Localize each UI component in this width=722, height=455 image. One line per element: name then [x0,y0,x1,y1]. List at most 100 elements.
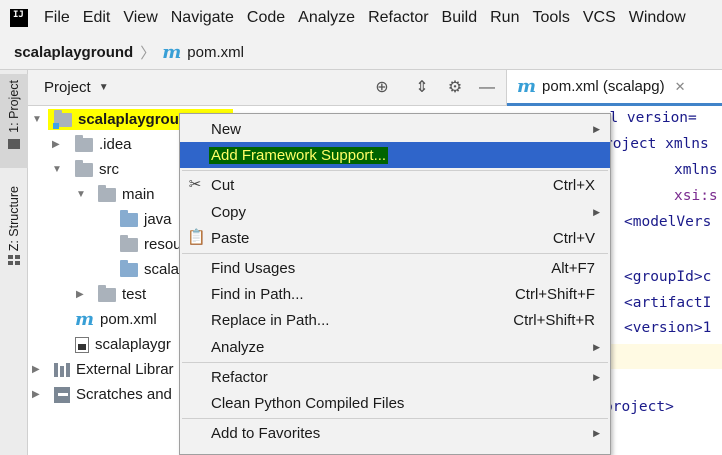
menu-edit[interactable]: Edit [83,9,111,27]
breadcrumb-separator-icon: 〉 [140,45,156,62]
ctx-label: Add to Favorites [211,424,321,442]
chevron-down-icon[interactable]: ▼ [76,190,86,200]
scissors-icon: ✂ [188,176,202,193]
submenu-arrow-icon: ▶ [593,341,600,352]
code-line: <version>1 [624,320,712,336]
scratches-icon [54,386,70,403]
menu-analyze[interactable]: Analyze [298,9,355,27]
ctx-label: Find in Path... [211,285,304,303]
source-folder-icon [120,259,138,277]
menu-tools[interactable]: Tools [532,9,569,27]
editor-tab-pom[interactable]: m pom.xml (scalapg) ✕ [507,70,722,106]
resources-folder-icon [120,234,138,252]
ctx-clean-python-compiled-files[interactable]: Clean Python Compiled Files [180,390,610,416]
ctx-label: Replace in Path... [211,311,330,329]
menu-vcs[interactable]: VCS [583,9,616,27]
tree-item-label: resou [144,236,182,253]
chevron-right-icon[interactable]: ▶ [52,140,62,150]
ctx-shortcut: Ctrl+Shift+R [513,311,595,329]
menu-build[interactable]: Build [442,9,478,27]
tree-item-label: src [99,161,119,178]
collapse-all-icon[interactable]: ⇕ [413,79,431,97]
ctx-label: New [211,120,242,138]
ctx-label: Clean Python Compiled Files [211,394,405,412]
ctx-label: Paste [211,229,250,247]
tree-item-label: java [144,211,172,228]
tree-item-label: Scratches and [76,386,172,403]
breadcrumb-project[interactable]: scalaplayground [14,44,133,61]
ctx-shortcut: Alt+F7 [551,259,595,277]
folder-icon [75,159,93,177]
library-icon [54,362,70,377]
menu-separator [182,418,608,419]
code-line: roject xmlns [604,136,709,152]
menu-window[interactable]: Window [629,9,686,27]
ctx-label: Find Usages [211,259,296,277]
ctx-add-to-favorites[interactable]: Add to Favorites ▶ [180,420,610,446]
structure-tool-tab[interactable]: Z: Structure [0,186,28,286]
ctx-shortcut: Ctrl+X [552,176,595,194]
maven-icon: m [517,76,537,97]
chevron-down-icon[interactable]: ▼ [99,82,109,93]
ctx-paste[interactable]: 📋 Paste Ctrl+V [180,225,610,251]
ctx-label: Copy [211,203,247,221]
maven-icon: m [75,309,95,330]
iml-file-icon [75,336,89,353]
source-folder-icon [120,209,138,227]
clipboard-icon: 📋 [187,229,206,246]
code-line: xmlns [674,162,718,178]
ctx-new[interactable]: New ▶ [180,116,610,142]
menu-run[interactable]: Run [490,9,519,27]
submenu-arrow-icon: ▶ [593,371,600,382]
structure-icon [8,255,20,266]
structure-tool-tab-label: Z: Structure [7,186,21,252]
breadcrumb-file[interactable]: pom.xml [187,44,244,61]
submenu-arrow-icon: ▶ [593,427,600,438]
chevron-right-icon[interactable]: ▶ [32,365,42,375]
locate-icon[interactable]: ⊕ [373,79,391,97]
project-panel-header: Project ▼ ⊕ ⇕ ⚙ — [28,70,506,106]
ctx-find-usages[interactable]: Find Usages Alt+F7 [180,255,610,281]
menu-view[interactable]: View [123,9,157,27]
gear-icon[interactable]: ⚙ [446,79,464,97]
intellij-logo-icon: IJ [8,7,30,29]
ctx-shortcut: Ctrl+V [552,229,595,247]
menu-file[interactable]: File [44,9,70,27]
ctx-shortcut: Ctrl+Shift+F [514,285,595,303]
menu-separator [182,170,608,171]
ctx-label: Refactor [211,368,268,386]
ctx-label: Cut [211,176,235,194]
code-line: <artifactI [624,295,712,311]
ctx-replace-in-path[interactable]: Replace in Path... Ctrl+Shift+R [180,307,610,333]
ctx-label: Analyze [211,338,265,356]
ctx-analyze[interactable]: Analyze ▶ [180,334,610,360]
ctx-refactor[interactable]: Refactor ▶ [180,364,610,390]
tree-item-label: scala [144,261,180,278]
editor-tab-bar: m pom.xml (scalapg) ✕ [506,70,722,106]
project-panel-title[interactable]: Project [44,79,91,96]
menu-bar: IJ File Edit View Navigate Code Analyze … [0,0,722,36]
tree-item-label: scalaplaygr [95,336,171,353]
ctx-add-framework-support[interactable]: Add Framework Support... [180,142,610,168]
ctx-copy[interactable]: Copy ▶ [180,199,610,225]
menu-code[interactable]: Code [247,9,285,27]
ctx-find-in-path[interactable]: Find in Path... Ctrl+Shift+F [180,281,610,307]
context-menu: New ▶ Add Framework Support... ✂ Cut Ctr… [179,113,611,455]
ctx-cut[interactable]: ✂ Cut Ctrl+X [180,172,610,198]
tree-item-label: .idea [99,136,132,153]
close-icon[interactable]: ✕ [675,79,686,95]
left-tool-strip: 1: Project Z: Structure [0,70,28,455]
chevron-right-icon[interactable]: ▶ [76,290,86,300]
menu-refactor[interactable]: Refactor [368,9,428,27]
menu-separator [182,362,608,363]
folder-icon [98,184,116,202]
menu-navigate[interactable]: Navigate [171,9,234,27]
chevron-down-icon[interactable]: ▼ [52,165,62,175]
minimize-icon[interactable]: — [478,79,496,97]
chevron-down-icon[interactable]: ▼ [32,115,42,125]
project-tool-tab[interactable]: 1: Project [0,74,28,168]
folder-icon [98,284,116,302]
submenu-arrow-icon: ▶ [593,206,600,217]
tree-item-label: scalaplaygrou [78,111,179,128]
chevron-right-icon[interactable]: ▶ [32,390,42,400]
